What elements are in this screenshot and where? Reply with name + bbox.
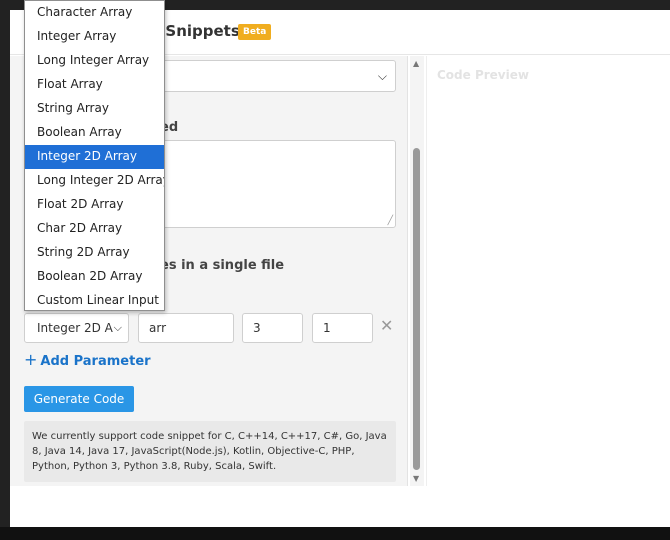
- dropdown-option[interactable]: Long Integer 2D Array: [25, 169, 164, 193]
- resize-grip-icon[interactable]: ╱: [388, 216, 393, 226]
- support-note: We currently support code snippet for C,…: [24, 421, 396, 482]
- close-icon[interactable]: ✕: [380, 316, 393, 335]
- code-preview-panel: Code Preview: [426, 56, 670, 486]
- beta-badge: Beta: [238, 24, 272, 40]
- language-select[interactable]: ⌵: [150, 60, 396, 92]
- code-preview-label: Code Preview: [437, 68, 529, 82]
- scroll-down-icon[interactable]: ▼: [413, 474, 419, 483]
- dropdown-option[interactable]: Custom Linear Input: [25, 289, 164, 310]
- single-file-label: es in a single file: [160, 258, 285, 273]
- dropdown-option[interactable]: Char 2D Array: [25, 217, 164, 241]
- add-parameter-label: Add Parameter: [40, 354, 151, 369]
- form-scrollbar[interactable]: ▲ ▼: [410, 56, 424, 486]
- param-type-value: Integer 2D A: [37, 321, 113, 335]
- generate-code-button[interactable]: Generate Code: [24, 386, 134, 412]
- input-textarea[interactable]: ╱: [150, 140, 396, 228]
- scrollbar-thumb[interactable]: [413, 148, 420, 470]
- param-type-dropdown-list[interactable]: Character Array Integer Array Long Integ…: [24, 0, 165, 311]
- param-type-select[interactable]: Integer 2D A ⌵: [24, 313, 129, 343]
- dropdown-option[interactable]: Character Array: [25, 1, 164, 25]
- chevron-down-icon: ⌵: [113, 321, 122, 335]
- add-parameter-button[interactable]: + Add Parameter: [24, 350, 151, 369]
- plus-icon: +: [24, 350, 38, 369]
- dropdown-option[interactable]: Float Array: [25, 73, 164, 97]
- dropdown-option[interactable]: String Array: [25, 97, 164, 121]
- dropdown-option[interactable]: Float 2D Array: [25, 193, 164, 217]
- backdrop-strip: [0, 527, 670, 540]
- dropdown-option[interactable]: Boolean 2D Array: [25, 265, 164, 289]
- dropdown-option[interactable]: Boolean Array: [25, 121, 164, 145]
- dropdown-option[interactable]: Integer Array: [25, 25, 164, 49]
- scroll-up-icon[interactable]: ▲: [413, 59, 419, 68]
- dropdown-option[interactable]: String 2D Array: [25, 241, 164, 265]
- dropdown-option[interactable]: Long Integer Array: [25, 49, 164, 73]
- param-name-input[interactable]: arr: [138, 313, 234, 343]
- dropdown-option-selected[interactable]: Integer 2D Array: [25, 145, 164, 169]
- chevron-down-icon: ⌵: [377, 69, 387, 83]
- param-dim1-input[interactable]: 3: [242, 313, 303, 343]
- param-dim2-input[interactable]: 1: [312, 313, 373, 343]
